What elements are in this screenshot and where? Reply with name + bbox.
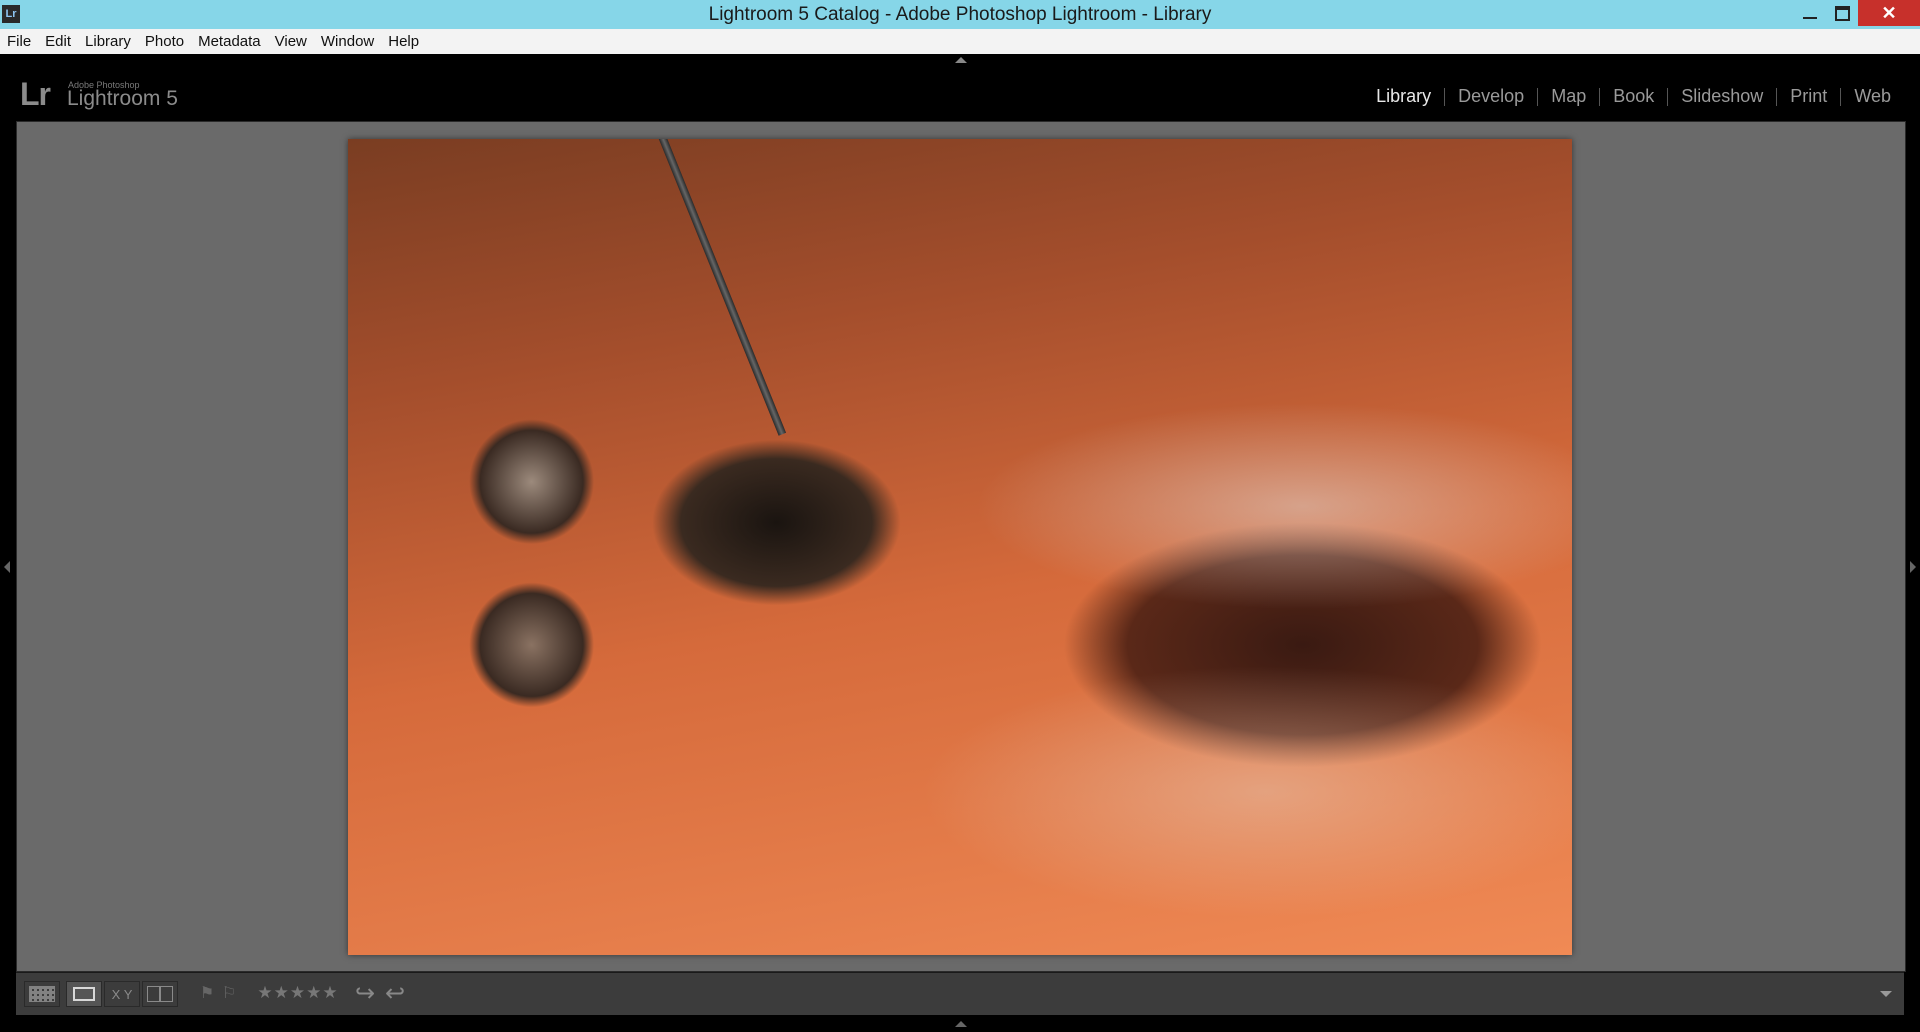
library-toolbar: X Y ⚑ ⚐ ★★★★★ ↪ ↩ — [16, 972, 1904, 1015]
maximize-button[interactable] — [1822, 0, 1862, 26]
menu-bar: File Edit Library Photo Metadata View Wi… — [0, 29, 1920, 54]
rotate-left-icon: ↪ — [354, 979, 376, 1007]
lightroom-logo-mark: Lr — [20, 76, 51, 112]
bottom-panel-toggle-icon[interactable] — [955, 1021, 967, 1027]
minimize-icon — [1803, 17, 1817, 19]
grid-view-button[interactable] — [24, 981, 60, 1007]
star-icons: ★★★★★ — [257, 983, 339, 1002]
menu-file[interactable]: File — [0, 29, 38, 54]
menu-view[interactable]: View — [268, 29, 314, 54]
rotate-right-button[interactable]: ↩ — [382, 979, 408, 1007]
top-panel-toggle-icon[interactable] — [955, 57, 967, 63]
window-title: Lightroom 5 Catalog - Adobe Photoshop Li… — [708, 4, 1212, 25]
reject-flag-button[interactable]: ⚐ — [220, 981, 238, 1005]
restore-icon — [1834, 5, 1850, 21]
module-book[interactable]: Book — [1600, 86, 1667, 107]
menu-window[interactable]: Window — [314, 29, 381, 54]
survey-view-button[interactable] — [142, 981, 178, 1007]
toolbar-content-dropdown-icon[interactable] — [1880, 991, 1892, 997]
menu-help[interactable]: Help — [381, 29, 426, 54]
left-panel-toggle-icon[interactable] — [4, 561, 10, 573]
rotate-right-icon: ↩ — [384, 979, 406, 1007]
compare-icon: X Y — [111, 986, 133, 1002]
loupe-photo[interactable] — [348, 139, 1572, 955]
module-library[interactable]: Library — [1363, 86, 1444, 107]
reject-flag-icon: ⚐ — [221, 985, 237, 1002]
flag-icon: ⚑ — [199, 985, 215, 1002]
compare-view-button[interactable]: X Y — [104, 981, 140, 1007]
grid-icon — [29, 986, 55, 1002]
logo-product-name: Lightroom 5 — [67, 87, 178, 110]
menu-metadata[interactable]: Metadata — [191, 29, 268, 54]
loupe-view-button[interactable] — [66, 981, 102, 1007]
title-bar: Lr Lightroom 5 Catalog - Adobe Photoshop… — [0, 0, 1920, 29]
module-web[interactable]: Web — [1841, 86, 1904, 107]
module-print[interactable]: Print — [1777, 86, 1840, 107]
menu-edit[interactable]: Edit — [38, 29, 78, 54]
loupe-icon — [73, 987, 95, 1001]
module-map[interactable]: Map — [1538, 86, 1599, 107]
module-picker: Library Develop Map Book Slideshow Print… — [1363, 86, 1904, 107]
module-slideshow[interactable]: Slideshow — [1668, 86, 1776, 107]
insect-pin — [651, 139, 787, 436]
menu-photo[interactable]: Photo — [138, 29, 191, 54]
close-icon: ✕ — [1881, 2, 1897, 23]
menu-library[interactable]: Library — [78, 29, 138, 54]
pick-flag-button[interactable]: ⚑ — [198, 981, 216, 1005]
right-panel-toggle-icon[interactable] — [1910, 561, 1916, 573]
survey-icon — [147, 986, 173, 1002]
rotate-left-button[interactable]: ↪ — [352, 979, 378, 1007]
module-develop[interactable]: Develop — [1445, 86, 1537, 107]
close-button[interactable]: ✕ — [1858, 0, 1920, 26]
star-rating[interactable]: ★★★★★ — [254, 981, 342, 1005]
